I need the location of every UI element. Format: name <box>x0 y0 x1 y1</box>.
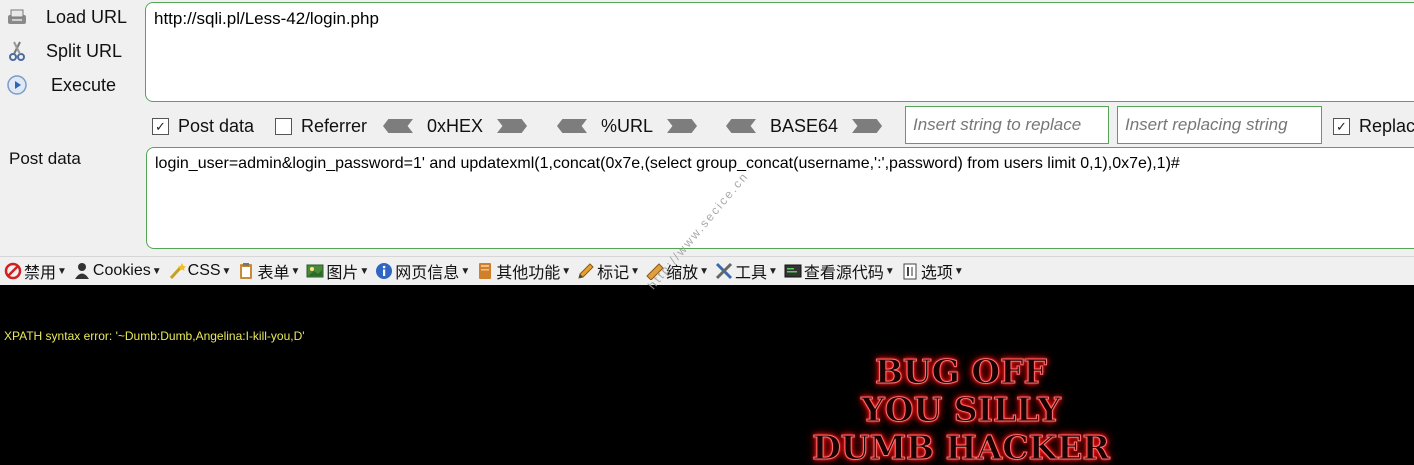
replace-toggle[interactable]: ✓ Replac <box>1333 113 1414 139</box>
cookies-icon <box>74 263 89 279</box>
chevron-down-icon: ▼ <box>221 265 232 277</box>
web-developer-toolbar: 禁用 ▼ Cookies ▼ CSS ▼ 表单 ▼ 图片 ▼ 网页信息 ▼ 其他功能 ▼ 标记… <box>0 256 1414 286</box>
play-icon <box>7 75 27 95</box>
chevron-down-icon: ▼ <box>359 265 370 277</box>
toolbar-outline-label: 标记 <box>597 265 630 282</box>
chevron-down-icon: ▼ <box>630 265 641 277</box>
toolbar-forms-menu[interactable]: 表单 ▼ <box>237 259 300 283</box>
replace-checkbox[interactable]: ✓ <box>1333 117 1350 135</box>
toolbar-view-source-menu[interactable]: 查看源代码 ▼ <box>784 259 895 283</box>
chevron-down-icon: ▼ <box>57 265 67 277</box>
hex-decode-arrow-icon[interactable] <box>383 119 413 133</box>
toolbar-misc-menu[interactable]: 其他功能 ▼ <box>476 259 571 283</box>
toolbar-page-info-menu[interactable]: 网页信息 ▼ <box>375 259 470 283</box>
url-encoder[interactable]: %URL <box>557 113 698 139</box>
xpath-error-message: XPATH syntax error: '~Dumb:Dumb,Angelina… <box>4 329 305 343</box>
toolbar-forms-label: 表单 <box>257 265 290 282</box>
hackbar-panel: Load URL Split URL Execute http://sqli.p… <box>0 0 1414 256</box>
base64-encoder[interactable]: BASE64 <box>726 113 883 139</box>
replace-string-input[interactable]: Insert string to replace <box>905 106 1109 144</box>
replacing-string-input[interactable]: Insert replacing string <box>1117 106 1322 144</box>
execute-label: Execute <box>51 74 117 95</box>
toolbar-css-menu[interactable]: CSS ▼ <box>168 262 232 280</box>
info-icon <box>376 263 393 279</box>
toolbar-view-source-label: 查看源代码 <box>803 265 884 282</box>
images-icon <box>306 264 324 278</box>
referrer-checkbox[interactable] <box>275 117 292 135</box>
toolbar-disable-label: 禁用 <box>24 265 57 282</box>
replace-toggle-label: Replac <box>1359 115 1414 136</box>
chevron-down-icon: ▼ <box>151 265 162 277</box>
toolbar-resize-label: 缩放 <box>666 265 699 282</box>
bug-off-banner: BUG OFF YOU SILLY DUMB HACKER <box>802 352 1120 465</box>
toolbar-options-label: 选项 <box>920 265 953 282</box>
referrer-toggle-label: Referrer <box>301 115 368 136</box>
misc-book-icon <box>479 263 492 279</box>
toolbar-tools-menu[interactable]: 工具 ▼ <box>715 259 778 283</box>
base64-encode-arrow-icon[interactable] <box>852 119 883 133</box>
outline-pencil-icon <box>578 263 594 279</box>
chevron-down-icon: ▼ <box>460 265 471 277</box>
toolbar-images-label: 图片 <box>326 265 359 282</box>
banner-line: BUG OFF <box>875 352 1048 391</box>
chevron-down-icon: ▼ <box>884 265 895 277</box>
banner-line: DUMB HACKER <box>812 428 1111 465</box>
load-url-label: Load URL <box>46 6 128 27</box>
chevron-down-icon: ▼ <box>561 265 572 277</box>
tools-wrench-icon <box>715 262 733 280</box>
toolbar-options-menu[interactable]: 选项 ▼ <box>901 259 964 283</box>
toolbar-outline-menu[interactable]: 标记 ▼ <box>577 259 640 283</box>
toolbar-cookies-menu[interactable]: Cookies ▼ <box>73 262 162 280</box>
chevron-down-icon: ▼ <box>290 265 301 277</box>
post-data-label: Post data <box>9 149 81 168</box>
css-wand-icon <box>169 263 186 280</box>
toolbar-css-label: CSS <box>187 262 221 279</box>
url-encoder-label: %URL <box>601 115 654 136</box>
scissors-icon <box>9 41 25 61</box>
resize-ruler-icon <box>646 263 664 280</box>
load-url-icon <box>8 9 26 24</box>
page-content: XPATH syntax error: '~Dumb:Dumb,Angelina… <box>0 285 1414 465</box>
url-input[interactable]: http://sqli.pl/Less-42/login.php <box>145 2 1414 102</box>
view-source-icon <box>784 264 802 278</box>
load-url-button[interactable]: Load URL <box>0 2 140 32</box>
toolbar-tools-label: 工具 <box>734 265 767 282</box>
post-data-toggle-label: Post data <box>178 115 255 136</box>
chevron-down-icon: ▼ <box>953 265 964 277</box>
post-data-toggle[interactable]: ✓ Post data <box>152 113 254 139</box>
url-encode-arrow-icon[interactable] <box>667 119 698 133</box>
split-url-label: Split URL <box>46 40 123 61</box>
disable-icon <box>4 262 22 280</box>
base64-encoder-label: BASE64 <box>770 115 839 136</box>
chevron-down-icon: ▼ <box>768 265 778 277</box>
forms-clipboard-icon <box>240 263 253 279</box>
execute-button[interactable]: Execute <box>0 70 140 100</box>
chevron-down-icon: ▼ <box>699 265 709 277</box>
toolbar-page-info-label: 网页信息 <box>395 265 460 282</box>
toolbar-cookies-label: Cookies <box>92 262 151 279</box>
banner-line: YOU SILLY <box>861 390 1062 429</box>
hex-encode-arrow-icon[interactable] <box>497 119 528 133</box>
toolbar-disable-menu[interactable]: 禁用 ▼ <box>4 259 67 283</box>
url-decode-arrow-icon[interactable] <box>557 119 587 133</box>
split-url-button[interactable]: Split URL <box>0 36 140 66</box>
base64-decode-arrow-icon[interactable] <box>726 119 756 133</box>
post-data-checkbox[interactable]: ✓ <box>152 117 169 135</box>
referrer-toggle[interactable]: Referrer <box>275 113 367 139</box>
toolbar-misc-label: 其他功能 <box>496 265 561 282</box>
toolbar-images-menu[interactable]: 图片 ▼ <box>306 259 369 283</box>
hex-encoder[interactable]: 0xHEX <box>383 113 528 139</box>
options-icon <box>903 263 917 280</box>
toolbar-resize-menu[interactable]: 缩放 ▼ <box>646 259 709 283</box>
hex-encoder-label: 0xHEX <box>427 115 484 136</box>
post-data-input[interactable]: login_user=admin&login_password=1' and u… <box>146 147 1414 249</box>
